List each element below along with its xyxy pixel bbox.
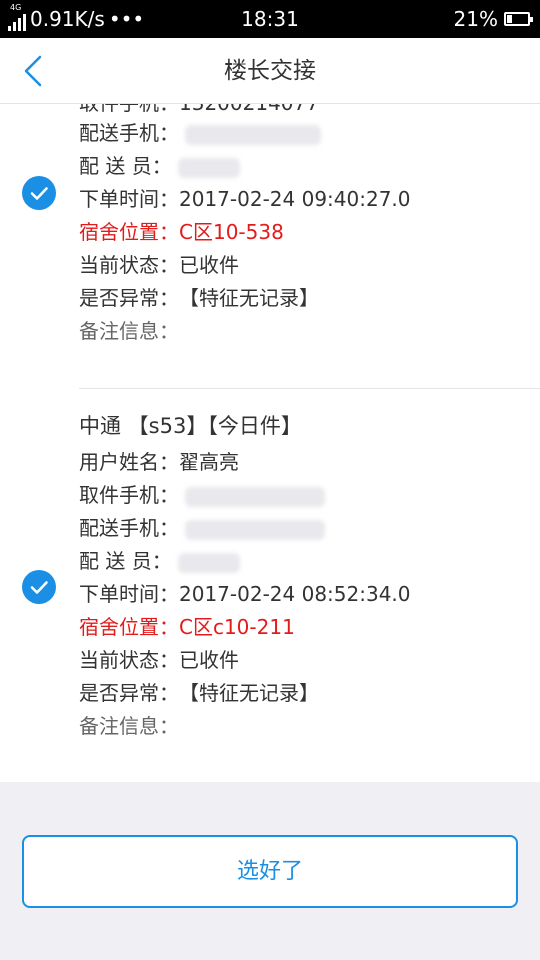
dorm-label: 宿舍位置： bbox=[79, 220, 179, 244]
order-title: 中通 【s53】【今日件】 bbox=[79, 414, 302, 438]
check-icon[interactable] bbox=[22, 176, 56, 210]
dorm-row: 宿舍位置：C区10-538 bbox=[79, 219, 284, 245]
dorm-row: 宿舍位置：C区c10-211 bbox=[79, 614, 295, 640]
status-value: 已收件 bbox=[179, 253, 239, 277]
status-bar: 4G 0.91K/s ••• 18:31 21% bbox=[0, 0, 540, 38]
abnormal-label: 是否异常： bbox=[79, 286, 179, 310]
confirm-button[interactable]: 选好了 bbox=[22, 835, 518, 908]
note-row: 备注信息： bbox=[79, 713, 179, 739]
delivery-phone-row: 配送手机： bbox=[79, 515, 325, 541]
order-time-row: 下单时间：2017-02-24 08:52:34.0 bbox=[79, 581, 411, 607]
blurred-value bbox=[185, 124, 321, 145]
order-time-value: 2017-02-24 08:52:34.0 bbox=[179, 582, 411, 606]
order-time-label: 下单时间： bbox=[79, 187, 179, 211]
user-name-value: 翟高亮 bbox=[179, 450, 239, 474]
order-item[interactable]: 中通 【s53】【今日件】 用户姓名：翟高亮 取件手机： 配送手机： 配 送 员… bbox=[0, 394, 540, 782]
dorm-value: C区c10-211 bbox=[179, 615, 295, 639]
note-row: 备注信息： bbox=[79, 318, 179, 344]
courier-row: 配 送 员： bbox=[79, 153, 240, 179]
footer: 选好了 bbox=[0, 782, 540, 960]
user-name-row: 用户姓名：翟高亮 bbox=[79, 449, 239, 475]
courier-label: 配 送 员： bbox=[79, 154, 172, 178]
dorm-label: 宿舍位置： bbox=[79, 615, 179, 639]
abnormal-value: 【特征无记录】 bbox=[179, 286, 319, 310]
status-right: 21% bbox=[453, 7, 533, 31]
status-row: 当前状态：已收件 bbox=[79, 252, 239, 278]
delivery-phone-label: 配送手机： bbox=[79, 121, 179, 145]
user-name-label: 用户姓名： bbox=[79, 450, 179, 474]
dorm-value: C区10-538 bbox=[179, 220, 284, 244]
divider bbox=[79, 388, 540, 389]
status-label: 当前状态： bbox=[79, 253, 179, 277]
delivery-phone-label: 配送手机： bbox=[79, 516, 179, 540]
battery-percent: 21% bbox=[453, 7, 498, 31]
pickup-phone-row: 取件手机： bbox=[79, 482, 325, 508]
blurred-value bbox=[185, 519, 325, 540]
nav-header: 楼长交接 bbox=[0, 38, 540, 104]
status-value: 已收件 bbox=[179, 648, 239, 672]
note-label: 备注信息： bbox=[79, 319, 179, 343]
abnormal-label: 是否异常： bbox=[79, 681, 179, 705]
order-time-value: 2017-02-24 09:40:27.0 bbox=[179, 187, 411, 211]
order-time-row: 下单时间：2017-02-24 09:40:27.0 bbox=[79, 186, 411, 212]
abnormal-row: 是否异常：【特征无记录】 bbox=[79, 285, 319, 311]
pickup-phone-partial: 取件手机：13200214077 bbox=[79, 104, 319, 116]
abnormal-value: 【特征无记录】 bbox=[179, 681, 319, 705]
order-time-label: 下单时间： bbox=[79, 582, 179, 606]
battery-fill bbox=[507, 15, 512, 23]
blurred-value bbox=[177, 157, 240, 178]
status-row: 当前状态：已收件 bbox=[79, 647, 239, 673]
blurred-value bbox=[177, 552, 240, 573]
order-list[interactable]: 取件手机：13200214077 配送手机： 配 送 员： 下单时间：2017-… bbox=[0, 104, 540, 782]
check-icon[interactable] bbox=[22, 570, 56, 604]
delivery-phone-row: 配送手机： bbox=[79, 120, 321, 146]
blurred-value bbox=[185, 486, 325, 507]
abnormal-row: 是否异常：【特征无记录】 bbox=[79, 680, 319, 706]
pickup-phone-label: 取件手机： bbox=[79, 483, 179, 507]
note-label: 备注信息： bbox=[79, 714, 179, 738]
courier-label: 配 送 员： bbox=[79, 549, 172, 573]
battery-icon bbox=[504, 12, 533, 26]
status-label: 当前状态： bbox=[79, 648, 179, 672]
order-item[interactable]: 取件手机：13200214077 配送手机： 配 送 员： 下单时间：2017-… bbox=[0, 104, 540, 394]
page-title: 楼长交接 bbox=[224, 58, 316, 84]
courier-row: 配 送 员： bbox=[79, 548, 240, 574]
